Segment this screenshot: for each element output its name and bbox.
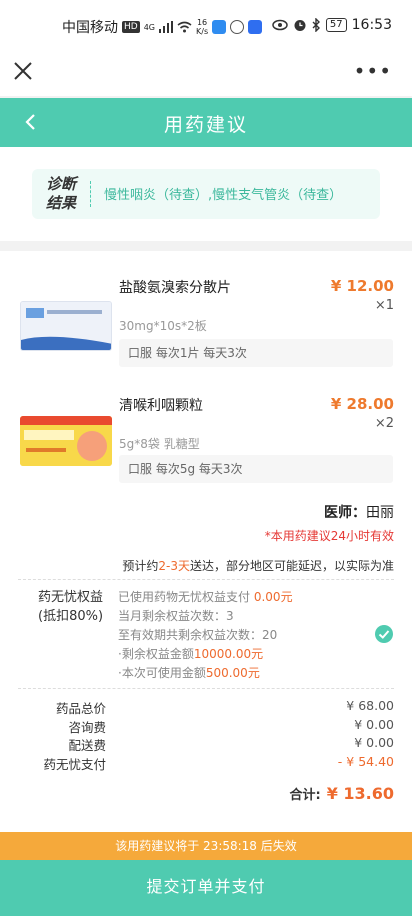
divider: [18, 579, 394, 580]
order-total: 合计: ¥ 13.60: [289, 784, 394, 803]
more-menu-icon[interactable]: •••: [354, 59, 392, 83]
eye-icon: [272, 19, 288, 31]
signal-icon: [159, 21, 173, 33]
paw-notification-icon: [230, 20, 245, 34]
drug-quantity: ×2: [374, 416, 394, 431]
hd-badge: HD: [122, 21, 140, 33]
alarm-icon: [294, 20, 306, 31]
submit-order-button[interactable]: 提交订单并支付: [0, 860, 412, 916]
doctor-info: 医师：田丽: [324, 505, 394, 521]
drug-spec: 5g*8袋 乳糖型: [119, 437, 200, 451]
diagnosis-text: 慢性咽炎（待查）,慢性支气管炎（待查）: [104, 188, 343, 203]
network-type: 4G: [143, 22, 155, 32]
battery-icon: 57: [325, 18, 347, 32]
divider: [18, 688, 394, 689]
drug-image: [20, 301, 112, 351]
drug-quantity: ×1: [374, 298, 394, 313]
carrier-label: 中国移动: [62, 20, 118, 36]
check-icon: [378, 630, 390, 639]
drug-price: ¥ 12.00: [330, 277, 394, 295]
benefit-details: 已使用药物无忧权益支付 0.00元 当月剩余权益次数：3 至有效期共剩余权益次数…: [118, 590, 293, 680]
expiry-countdown-bar: 该用药建议将于 23:58:18 后失效: [0, 832, 412, 860]
diagnosis-box: 诊断结果 慢性咽炎（待查）,慢性支气管炎（待查）: [32, 169, 380, 219]
drug-image: [20, 416, 112, 466]
page-title: 用药建议: [163, 114, 248, 136]
browser-top-bar: •••: [0, 50, 412, 96]
fee-row: 药无忧支付 - ¥ 54.40: [43, 753, 394, 772]
benefit-label: 药无忧权益 (抵扣80%): [38, 590, 104, 624]
drug-item[interactable]: 盐酸氨溴索分散片 ¥ 12.00 ×1 30mg*10s*2板 口服 每次1片 …: [0, 263, 412, 383]
drug-usage: 口服 每次1片 每天3次: [119, 339, 393, 367]
status-bar: 中国移动 HD 4G 16 K/s 57 16:53: [0, 0, 412, 50]
app-notification-icon: [212, 20, 227, 34]
drug-item[interactable]: 清喉利咽颗粒 ¥ 28.00 ×2 5g*8袋 乳糖型 口服 每次5g 每天3次: [0, 381, 412, 501]
drug-price: ¥ 28.00: [330, 395, 394, 413]
close-icon[interactable]: [12, 60, 34, 82]
prescription-card: 盐酸氨溴索分散片 ¥ 12.00 ×1 30mg*10s*2板 口服 每次1片 …: [0, 251, 412, 832]
fee-row: 咨询费 ¥ 0.00: [68, 716, 394, 735]
fee-row: 配送费 ¥ 0.00: [68, 735, 394, 753]
bluetooth-icon: [312, 18, 320, 32]
page-header: 用药建议: [0, 98, 412, 147]
drug-spec: 30mg*10s*2板: [119, 319, 207, 333]
drug-name: 盐酸氨溴索分散片: [119, 280, 231, 296]
fee-breakdown: 药品总价 ¥ 68.00 咨询费 ¥ 0.00 配送费 ¥ 0.00 药无忧支付…: [0, 698, 412, 772]
diagnosis-divider: [90, 181, 91, 207]
net-speed: 16 K/s: [196, 18, 209, 36]
validity-note: *本用药建议24小时有效: [264, 529, 394, 543]
benefit-check-toggle[interactable]: [375, 625, 393, 643]
diagnosis-section: 诊断结果 慢性咽炎（待查）,慢性支气管炎（待查）: [0, 147, 412, 241]
shield-notification-icon: [248, 20, 263, 34]
clock: 16:53: [351, 17, 392, 33]
diagnosis-label: 诊断结果: [46, 175, 77, 212]
fee-row: 药品总价 ¥ 68.00: [55, 698, 394, 716]
drug-usage: 口服 每次5g 每天3次: [119, 455, 393, 483]
wifi-icon: [177, 21, 192, 33]
delivery-estimate: 预计约2-3天送达，部分地区可能延迟，以实际为准: [122, 559, 394, 573]
drug-name: 清喉利咽颗粒: [119, 398, 203, 414]
